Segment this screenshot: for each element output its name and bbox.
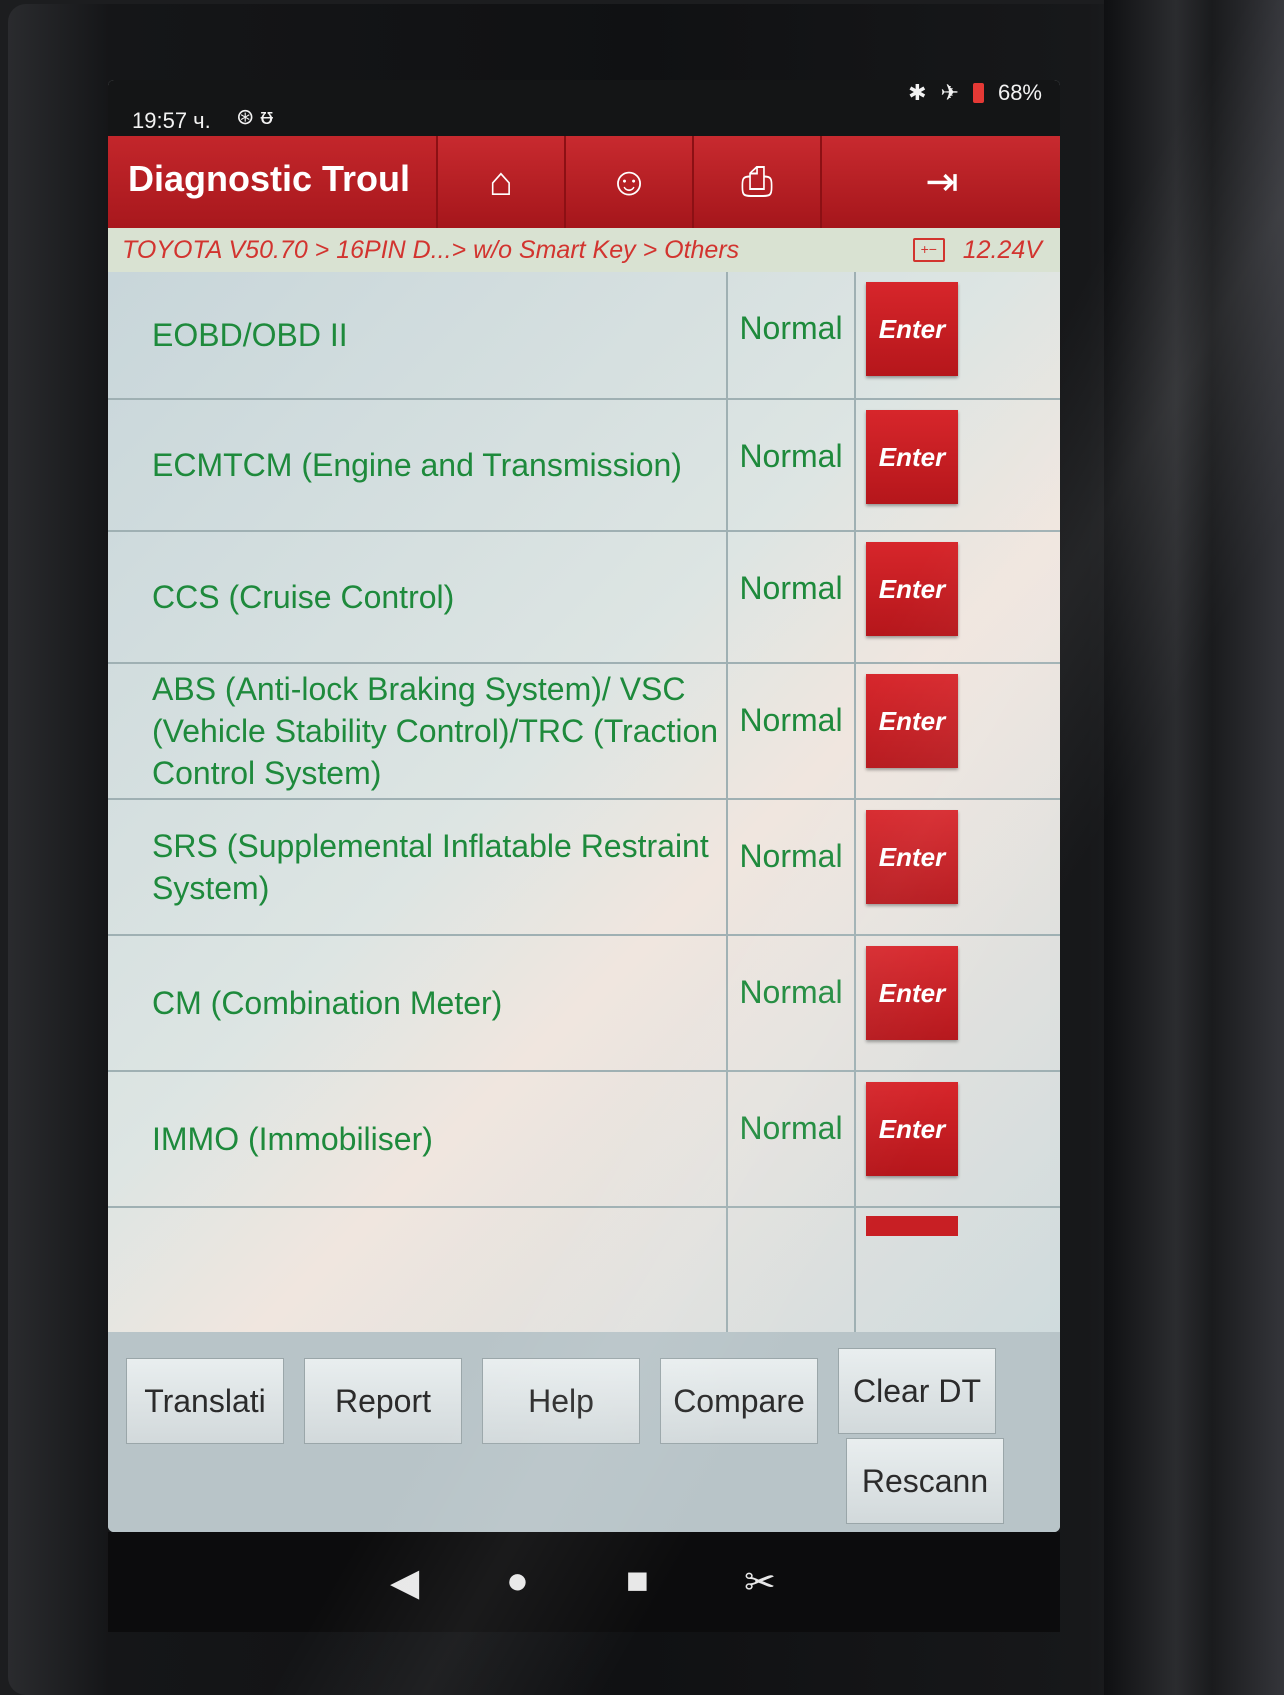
home-button[interactable]: ⌂ [436,136,564,228]
user-support-icon: ☺ [608,159,650,204]
system-status-partial [728,1208,856,1332]
recents-icon[interactable]: ■ [626,1560,649,1603]
bluetooth-icon: ✱ [908,80,927,105]
screen: 19:57 ч. ⊛ᵿ ✱ ✈ 68% Diagnostic Troul ⌂ ☺… [108,80,1060,1532]
breadcrumb: TOYOTA V50.70 > 16PIN D...> w/o Smart Ke… [108,228,1060,272]
print-icon: ⎙ [741,159,773,204]
enter-button-partial[interactable] [866,1216,958,1236]
screenshot-icon[interactable]: ✂ [744,1560,776,1605]
system-name: ECMTCM (Engine and Transmission) [108,400,728,530]
system-name-partial [108,1208,728,1332]
system-name: CCS (Cruise Control) [108,532,728,662]
system-status: Normal [728,664,856,798]
battery-percent: 68% [997,80,1042,105]
system-name: ABS (Anti-lock Braking System)/ VSC (Veh… [108,664,728,798]
title-bar: Diagnostic Troul ⌂ ☺ ⎙ ⇥ [108,136,1060,228]
exit-icon: ⇥ [925,160,959,204]
print-button[interactable]: ⎙ [692,136,820,228]
system-list: EOBD/OBD II Normal Enter ECMTCM (Engine … [108,272,1060,1332]
system-status: Normal [728,800,856,934]
help-button[interactable]: Help [482,1358,640,1444]
system-name: IMMO (Immobiliser) [108,1072,728,1206]
report-button[interactable]: Report [304,1358,462,1444]
list-item: SRS (Supplemental Inflatable Restraint S… [108,800,1060,936]
status-right: ✱ ✈ 68% [908,80,1042,106]
list-item: ABS (Anti-lock Braking System)/ VSC (Veh… [108,664,1060,800]
status-time: 19:57 ч. [132,108,211,133]
system-name: CM (Combination Meter) [108,936,728,1070]
system-name: EOBD/OBD II [108,272,728,398]
clear-dtc-button[interactable]: Clear DT [838,1348,996,1434]
status-bar: 19:57 ч. ⊛ᵿ ✱ ✈ 68% [108,80,1060,136]
list-item: CM (Combination Meter) Normal Enter [108,936,1060,1072]
exit-button[interactable]: ⇥ [820,136,1060,228]
system-status: Normal [728,936,856,1070]
list-item-partial [108,1208,1060,1332]
list-item: IMMO (Immobiliser) Normal Enter [108,1072,1060,1208]
enter-button[interactable]: Enter [866,946,958,1040]
breadcrumb-path: TOYOTA V50.70 > 16PIN D...> w/o Smart Ke… [122,236,740,264]
system-status: Normal [728,532,856,662]
steering-wheel-icon: ⊛ [236,104,261,129]
enter-button[interactable]: Enter [866,810,958,904]
enter-button[interactable]: Enter [866,674,958,768]
list-item: CCS (Cruise Control) Normal Enter [108,532,1060,664]
enter-button[interactable]: Enter [866,542,958,636]
system-name: SRS (Supplemental Inflatable Restraint S… [108,800,728,934]
enter-button[interactable]: Enter [866,282,958,376]
system-status: Normal [728,400,856,530]
system-status: Normal [728,1072,856,1206]
user-support-button[interactable]: ☺ [564,136,692,228]
page-title: Diagnostic Troul [128,158,411,199]
list-item: ECMTCM (Engine and Transmission) Normal … [108,400,1060,532]
battery-icon [972,83,984,103]
voltage-value: 12.24V [962,236,1042,264]
status-icons-left: ⊛ᵿ [236,104,279,130]
airplane-mode-icon: ✈ [940,80,959,105]
device-bezel-edge [1104,0,1284,1695]
rescan-button[interactable]: Rescann [846,1438,1004,1524]
voltage-indicator: +− 12.24V [912,228,1042,272]
compare-button[interactable]: Compare [660,1358,818,1444]
home-icon: ⌂ [488,159,514,204]
translate-button[interactable]: Translati [126,1358,284,1444]
bottom-toolbar: Translati Report Help Compare Clear DT R… [108,1332,1060,1532]
enter-button[interactable]: Enter [866,1082,958,1176]
system-status: Normal [728,272,856,398]
battery-voltage-icon: +− [912,238,945,262]
android-nav-bar: ◀ ● ■ ✂ [108,1532,1060,1632]
stethoscope-icon: ᵿ [260,104,279,129]
home-circle-icon[interactable]: ● [506,1560,529,1603]
list-item: EOBD/OBD II Normal Enter [108,272,1060,400]
enter-button[interactable]: Enter [866,410,958,504]
back-icon[interactable]: ◀ [390,1560,419,1605]
